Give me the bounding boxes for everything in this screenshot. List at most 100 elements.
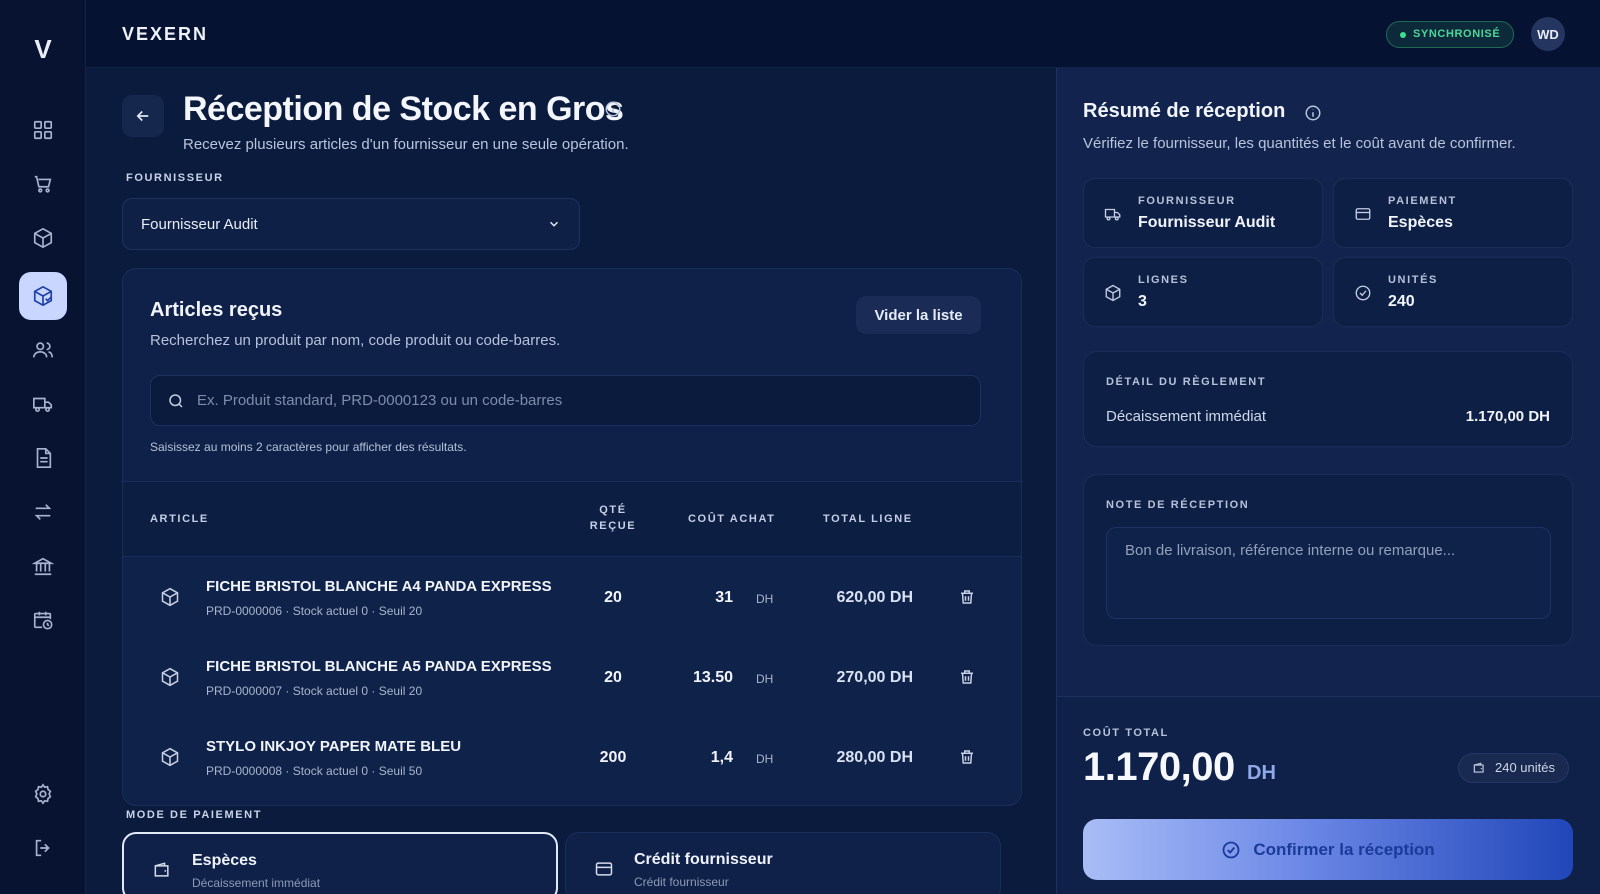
check-circle-icon [1355,285,1371,301]
product-name: FICHE BRISTOL BLANCHE A5 PANDA EXPRESS [206,658,552,675]
currency-label: DH [756,752,774,766]
trash-icon[interactable] [958,668,976,686]
purchase-cost[interactable]: 1,4 [678,749,733,767]
currency-label: DH [756,672,774,686]
column-qty-line1: QTÉ [599,504,627,516]
settlement-label: DÉTAIL DU RÈGLEMENT [1106,376,1267,388]
product-meta: PRD-0000008 · Stock actuel 0 · Seuil 50 [206,764,423,778]
box-icon [161,667,179,687]
supplier-select[interactable]: Fournisseur Audit [122,198,580,250]
payment-option-credit[interactable]: Crédit fournisseur Crédit fournisseur [565,832,1001,894]
truck-icon[interactable] [19,380,67,428]
users-icon[interactable] [19,326,67,374]
cart-icon[interactable] [19,160,67,208]
settlement-amount: 1.170,00 DH [1465,408,1550,425]
received-qty[interactable]: 20 [583,669,643,687]
purchase-cost[interactable]: 31 [678,589,733,607]
search-icon [169,393,183,408]
product-search [150,375,981,426]
top-bar: VEXERN SYNCHRONISÉ WD [86,0,1600,68]
payment-option-sub: Crédit fournisseur [634,875,729,889]
tile-value: Espèces [1388,214,1453,231]
box-icon[interactable] [19,214,67,262]
column-total: TOTAL LIGNE [823,513,913,525]
table-row[interactable]: FICHE BRISTOL BLANCHE A4 PANDA EXPRESS P… [123,558,1021,639]
clear-list-button[interactable]: Vider la liste [856,296,981,334]
bank-icon[interactable] [19,542,67,590]
trash-icon[interactable] [958,748,976,766]
dashboard-icon[interactable] [19,106,67,154]
confirm-reception-button[interactable]: Confirmer la réception [1083,819,1573,880]
page-title: Réception de Stock en Gros [183,90,624,128]
note-label: NOTE DE RÉCEPTION [1106,499,1250,511]
payment-mode-label: MODE DE PAIEMENT [126,809,263,821]
summary-tile-units: UNITÉS 240 [1333,257,1573,327]
info-icon[interactable] [604,100,622,118]
reception-summary-panel: Résumé de réception Vérifiez le fourniss… [1056,68,1600,894]
line-total: 620,00 DH [836,589,914,606]
search-hint: Saisissez au moins 2 caractères pour aff… [150,440,467,454]
summary-tile-payment: PAIEMENT Espèces [1333,178,1573,248]
summary-tile-supplier: FOURNISSEUR Fournisseur Audit [1083,178,1323,248]
payment-option-cash[interactable]: Espèces Décaissement immédiat [122,832,558,894]
tile-value: 3 [1138,293,1147,310]
settlement-name: Décaissement immédiat [1106,408,1267,425]
summary-subtitle: Vérifiez le fournisseur, les quantités e… [1083,135,1516,152]
product-meta: PRD-0000006 · Stock actuel 0 · Seuil 20 [206,604,423,618]
chevron-down-icon [549,221,559,227]
total-cost-amount: 1.170,00 [1083,745,1235,789]
trash-icon[interactable] [958,588,976,606]
payment-option-sub: Décaissement immédiat [192,876,321,890]
credit-card-icon [1355,208,1371,220]
product-meta: PRD-0000007 · Stock actuel 0 · Seuil 20 [206,684,423,698]
stock-reception-icon[interactable] [19,272,67,320]
supplier-label: FOURNISSEUR [126,172,224,184]
supplier-selected-value: Fournisseur Audit [141,215,258,233]
sync-status-label: SYNCHRONISÉ [1413,28,1501,40]
table-header: ARTICLE QTÉ REÇUE COÛT ACHAT TOTAL LIGNE [123,481,1021,557]
payment-option-label: Espèces [192,852,257,869]
column-qty-line2: REÇUE [589,520,637,532]
table-row[interactable]: FICHE BRISTOL BLANCHE A5 PANDA EXPRESS P… [123,638,1021,719]
sync-status-badge: SYNCHRONISÉ [1386,21,1515,48]
tile-label: PAIEMENT [1388,195,1457,207]
calendar-clock-icon[interactable] [19,596,67,644]
document-icon[interactable] [19,434,67,482]
reception-note-input[interactable] [1106,527,1551,619]
reception-note-panel: NOTE DE RÉCEPTION [1083,474,1573,646]
transfer-icon[interactable] [19,488,67,536]
column-cost: COÛT ACHAT [688,513,776,525]
settlement-detail: DÉTAIL DU RÈGLEMENT Décaissement immédia… [1083,351,1573,447]
column-article: ARTICLE [150,513,209,525]
confirm-label: Confirmer la réception [1253,839,1435,859]
product-name: FICHE BRISTOL BLANCHE A4 PANDA EXPRESS [206,578,552,595]
box-icon [1105,284,1121,302]
product-search-input[interactable] [197,392,964,409]
tile-label: LIGNES [1138,274,1189,286]
tile-value: Fournisseur Audit [1138,214,1276,231]
user-avatar[interactable]: WD [1531,17,1565,51]
product-name: STYLO INKJOY PAPER MATE BLEU [206,738,462,755]
table-row[interactable]: STYLO INKJOY PAPER MATE BLEU PRD-0000008… [123,718,1021,799]
purchase-cost[interactable]: 13.50 [678,669,733,687]
app-logo[interactable]: V [0,34,86,65]
info-icon[interactable] [1304,104,1322,122]
total-cost-label: COÛT TOTAL [1083,727,1169,739]
box-icon [161,587,179,607]
credit-card-icon [595,862,613,876]
settings-icon[interactable] [19,770,67,818]
summary-footer: COÛT TOTAL 1.170,00 DH 240 unités Confir… [1057,696,1600,894]
received-qty[interactable]: 20 [583,589,643,607]
back-button[interactable] [122,95,164,137]
status-dot-icon [1400,32,1406,38]
page-subtitle: Recevez plusieurs articles d'un fourniss… [183,136,629,153]
summary-title: Résumé de réception [1083,100,1286,122]
summary-tile-lines: LIGNES 3 [1083,257,1323,327]
line-total: 280,00 DH [836,749,914,766]
received-qty[interactable]: 200 [583,749,643,767]
articles-card: Articles reçus Recherchez un produit par… [122,268,1022,806]
units-badge: 240 unités [1458,753,1569,783]
logout-icon[interactable] [19,824,67,872]
box-icon [161,747,179,767]
currency-label: DH [756,592,774,606]
